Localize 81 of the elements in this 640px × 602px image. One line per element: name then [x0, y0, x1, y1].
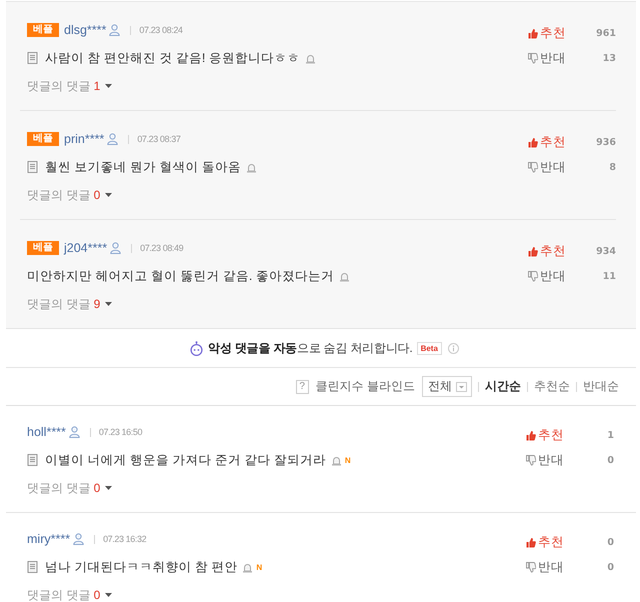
dislike-count: 8 — [608, 162, 616, 173]
dislike-button[interactable]: 반대 — [528, 268, 566, 285]
thumbs-down-icon — [528, 162, 538, 173]
username[interactable]: holl**** — [27, 425, 66, 439]
like-count: 1 — [606, 430, 614, 441]
thumbs-up-icon — [528, 28, 538, 39]
caret-icon — [105, 302, 112, 306]
replies-toggle[interactable]: 댓글의 댓글 0 — [27, 480, 112, 496]
dislike-count: 0 — [606, 455, 614, 466]
dislike-count: 0 — [606, 562, 614, 573]
dislike-count: 13 — [602, 53, 616, 64]
caret-icon — [105, 84, 112, 88]
dislike-button[interactable]: 반대 — [526, 559, 564, 576]
caret-icon — [105, 593, 112, 597]
comment-time: 07.23 08:24 — [139, 25, 183, 35]
siren-icon[interactable] — [246, 162, 257, 172]
thumbs-up-icon — [526, 537, 536, 548]
comment-time: 07.23 08:49 — [140, 243, 184, 253]
robot-icon — [189, 340, 204, 356]
thumbs-up-icon — [528, 246, 538, 257]
new-label: N — [344, 456, 351, 464]
dislike-button[interactable]: 반대 — [528, 159, 566, 176]
like-button[interactable]: 추천 — [528, 243, 566, 260]
like-button[interactable]: 추천 — [526, 427, 564, 444]
username[interactable]: prin**** — [64, 132, 104, 146]
user-icon — [73, 533, 84, 545]
thumbs-down-icon — [526, 562, 536, 573]
dislike-count: 11 — [602, 271, 616, 282]
comment-text: 이별이 너에게 행운을 가져다 준거 같다 잘되거라 — [45, 452, 326, 468]
username[interactable]: j204**** — [64, 241, 108, 255]
comment-text: 사람이 참 편안해진 것 같음! 응원합니다ㅎㅎ — [45, 50, 300, 66]
thumbs-down-icon — [528, 53, 538, 64]
comment-text: 미안하지만 헤어지고 혈이 뚫린거 같음. 좋아졌다는거 — [27, 268, 334, 284]
thumbs-up-icon — [528, 137, 538, 148]
like-button[interactable]: 추천 — [528, 134, 566, 151]
like-count: 934 — [595, 246, 616, 257]
dropdown-caret-icon — [456, 382, 467, 392]
username[interactable]: dlsg**** — [64, 23, 106, 37]
help-button[interactable]: ? — [296, 380, 309, 394]
comment-time: 07.23 08:37 — [137, 134, 180, 144]
sort-option[interactable]: 추천순 — [534, 378, 570, 395]
dislike-button[interactable]: 반대 — [526, 452, 564, 469]
new-label: N — [256, 562, 262, 572]
caret-icon — [105, 193, 112, 197]
filter-label: 클린지수 블라인드 — [316, 378, 415, 395]
replies-toggle[interactable]: 댓글의 댓글 1 — [27, 78, 112, 94]
caret-icon — [105, 486, 112, 490]
comment-time: 07.23 16:50 — [98, 427, 142, 437]
user-icon — [109, 24, 120, 36]
like-count: 961 — [595, 28, 616, 39]
thumbs-down-icon — [528, 271, 538, 282]
like-count: 0 — [606, 537, 614, 548]
comment-text: 훨씬 보기좋네 뭔가 혈색이 돌아옴 — [45, 158, 241, 176]
like-button[interactable]: 추천 — [528, 25, 566, 42]
comment-text: 넘나 기대된다ㅋㅋ취향이 참 편안 — [45, 558, 238, 576]
username[interactable]: miry**** — [27, 532, 70, 546]
info-icon[interactable] — [448, 342, 459, 354]
like-button[interactable]: 추천 — [526, 534, 564, 551]
beta-badge: Beta — [416, 342, 442, 354]
dislike-button[interactable]: 반대 — [528, 50, 566, 67]
user-icon — [68, 426, 80, 438]
siren-icon[interactable] — [338, 270, 350, 282]
best-badge: 베플 — [27, 23, 59, 37]
notice-text: 악성 댓글을 자동으로 숨김 처리합니다. — [208, 340, 413, 356]
replies-toggle[interactable]: 댓글의 댓글 9 — [27, 296, 112, 312]
best-badge: 베플 — [27, 241, 59, 255]
siren-icon[interactable] — [242, 562, 254, 572]
best-badge: 베플 — [27, 132, 59, 146]
sort-option[interactable]: 시간순 — [485, 378, 521, 395]
like-count: 936 — [595, 137, 616, 148]
siren-icon[interactable] — [330, 454, 342, 466]
replies-toggle[interactable]: 댓글의 댓글 0 — [27, 587, 112, 602]
comment-time: 07.23 16:32 — [103, 534, 146, 544]
user-icon — [110, 242, 122, 254]
sort-option[interactable]: 반대순 — [583, 378, 619, 395]
thumbs-down-icon — [526, 455, 536, 466]
filter-select[interactable]: 전체 — [422, 376, 472, 397]
user-icon — [107, 133, 118, 145]
replies-toggle[interactable]: 댓글의 댓글 0 — [27, 187, 112, 203]
thumbs-up-icon — [526, 430, 536, 441]
siren-icon[interactable] — [304, 52, 316, 64]
